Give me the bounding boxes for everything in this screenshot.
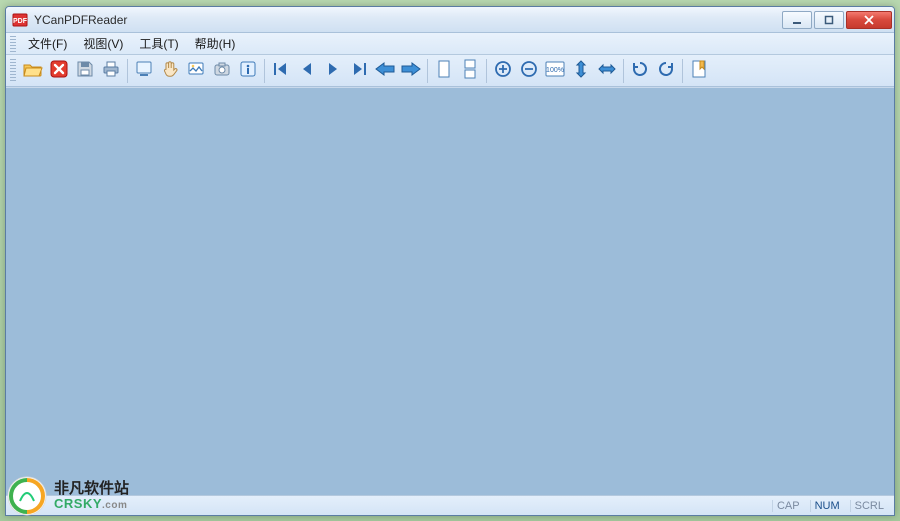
info-button[interactable] [235, 58, 261, 84]
toolbar-separator [623, 59, 624, 83]
single-page-button[interactable] [431, 58, 457, 84]
actual-size-icon: 100% [544, 59, 566, 82]
continuous-page-icon [461, 59, 479, 82]
rotate-right-icon [656, 59, 676, 82]
floppy-disk-icon [75, 59, 95, 82]
document-viewport[interactable] [6, 87, 894, 495]
maximize-button[interactable] [814, 11, 844, 29]
status-scrl: SCRL [850, 500, 888, 512]
open-button[interactable] [20, 58, 46, 84]
toolbar-separator [264, 59, 265, 83]
close-file-icon [49, 59, 69, 82]
arrow-right-icon [400, 60, 422, 81]
menu-help[interactable]: 帮助(H) [187, 33, 244, 54]
minimize-button[interactable] [782, 11, 812, 29]
actual-size-button[interactable]: 100% [542, 58, 568, 84]
app-icon: PDF [12, 12, 28, 28]
menu-file[interactable]: 文件(F) [20, 33, 75, 54]
hand-icon [160, 59, 180, 82]
prev-page-icon [298, 60, 316, 81]
last-page-icon [350, 60, 368, 81]
save-button[interactable] [72, 58, 98, 84]
last-page-button[interactable] [346, 58, 372, 84]
svg-text:PDF: PDF [13, 18, 28, 25]
statusbar: CAP NUM SCRL [6, 495, 894, 515]
svg-text:100%: 100% [546, 67, 564, 74]
continuous-page-button[interactable] [457, 58, 483, 84]
bookmark-icon [690, 59, 708, 82]
select-tool-button[interactable] [131, 58, 157, 84]
zoom-in-icon [493, 59, 513, 82]
single-page-icon [435, 59, 453, 82]
snapshot-icon [186, 59, 206, 82]
zoom-in-button[interactable] [490, 58, 516, 84]
snapshot-button[interactable] [183, 58, 209, 84]
bookmark-button[interactable] [686, 58, 712, 84]
fit-height-icon [572, 59, 590, 82]
toolbar-separator [486, 59, 487, 83]
zoom-out-button[interactable] [516, 58, 542, 84]
fit-width-icon [597, 60, 617, 81]
fit-height-button[interactable] [568, 58, 594, 84]
toolbar-separator [427, 59, 428, 83]
rotate-left-icon [630, 59, 650, 82]
menubar-grip[interactable] [10, 36, 16, 52]
prev-page-button[interactable] [294, 58, 320, 84]
app-window: PDF YCanPDFReader 文件(F) 视图(V) 工具(T) 帮助(H… [5, 6, 895, 516]
first-page-button[interactable] [268, 58, 294, 84]
rotate-right-button[interactable] [653, 58, 679, 84]
close-button[interactable] [846, 11, 892, 29]
fit-width-button[interactable] [594, 58, 620, 84]
camera-icon [212, 59, 232, 82]
rotate-left-button[interactable] [627, 58, 653, 84]
folder-open-icon [22, 59, 44, 82]
info-icon [238, 59, 258, 82]
select-icon [134, 59, 154, 82]
close-file-button[interactable] [46, 58, 72, 84]
menubar: 文件(F) 视图(V) 工具(T) 帮助(H) [6, 33, 894, 55]
menu-tools[interactable]: 工具(T) [131, 33, 186, 54]
next-page-button[interactable] [320, 58, 346, 84]
status-num: NUM [810, 500, 844, 512]
toolbar: 100% [6, 55, 894, 87]
printer-icon [101, 59, 121, 82]
toolbar-grip[interactable] [10, 59, 16, 83]
status-cap: CAP [772, 500, 804, 512]
window-controls [782, 11, 892, 29]
window-title: YCanPDFReader [34, 13, 776, 27]
nav-back-button[interactable] [372, 58, 398, 84]
hand-tool-button[interactable] [157, 58, 183, 84]
arrow-left-icon [374, 60, 396, 81]
menu-view[interactable]: 视图(V) [75, 33, 131, 54]
toolbar-separator [682, 59, 683, 83]
first-page-icon [272, 60, 290, 81]
camera-button[interactable] [209, 58, 235, 84]
next-page-icon [324, 60, 342, 81]
nav-forward-button[interactable] [398, 58, 424, 84]
print-button[interactable] [98, 58, 124, 84]
zoom-out-icon [519, 59, 539, 82]
toolbar-separator [127, 59, 128, 83]
titlebar: PDF YCanPDFReader [6, 7, 894, 33]
